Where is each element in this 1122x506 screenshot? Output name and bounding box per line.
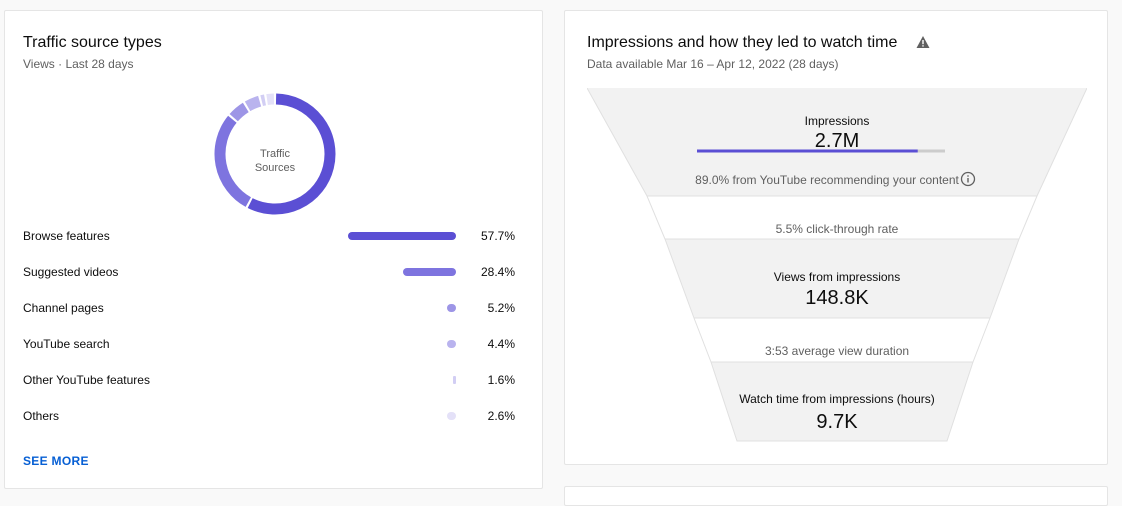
traffic-source-value: 1.6%: [487, 373, 515, 387]
next-card: [564, 486, 1108, 506]
donut-segment[interactable]: [229, 102, 249, 122]
traffic-source-row[interactable]: Browse features 57.7%: [23, 226, 523, 246]
card-title: Traffic source types: [23, 34, 162, 51]
traffic-source-bar: [402, 268, 456, 276]
card-subtitle: Views · Last 28 days: [23, 57, 134, 71]
traffic-source-value: 5.2%: [487, 301, 515, 315]
donut-center-line2: Sources: [255, 162, 296, 174]
traffic-source-value: 28.4%: [480, 265, 515, 279]
impressions-funnel-card: Impressions and how they led to watch ti…: [564, 10, 1108, 465]
traffic-source-label: Other YouTube features: [23, 373, 150, 387]
traffic-source-row[interactable]: YouTube search 4.4%: [23, 334, 523, 354]
ctr-text: 5.5% click-through rate: [775, 222, 899, 236]
views-label: Views from impressions: [773, 270, 901, 284]
traffic-source-row[interactable]: Others 2.6%: [23, 406, 523, 426]
traffic-source-bar: [453, 376, 456, 384]
donut-center-line1: Traffic: [260, 148, 290, 160]
traffic-source-row[interactable]: Other YouTube features 1.6%: [23, 370, 523, 390]
traffic-source-label: Suggested videos: [23, 265, 119, 279]
traffic-source-label: Browse features: [23, 229, 110, 243]
traffic-source-label: Others: [23, 409, 60, 423]
traffic-source-bar: [447, 304, 456, 312]
traffic-source-value: 2.6%: [487, 409, 515, 423]
traffic-source-bar: [447, 340, 456, 348]
watch-time-label: Watch time from impressions (hours): [739, 392, 935, 406]
impressions-label: Impressions: [804, 114, 870, 128]
traffic-source-label: YouTube search: [23, 337, 110, 351]
card-title: Impressions and how they led to watch ti…: [587, 34, 898, 51]
traffic-source-row[interactable]: Channel pages 5.2%: [23, 298, 523, 318]
traffic-source-bar: [447, 412, 456, 420]
watch-time-value: 9.7K: [816, 411, 858, 433]
traffic-source-value: 4.4%: [487, 337, 515, 351]
traffic-donut-chart[interactable]: Traffic Sources: [210, 89, 340, 219]
donut-segment[interactable]: [266, 93, 275, 106]
avd-text: 3:53 average view duration: [764, 344, 910, 358]
traffic-source-bar: [348, 232, 456, 240]
donut-segment[interactable]: [244, 95, 262, 112]
impressions-note: 89.0% from YouTube recommending your con…: [695, 173, 959, 187]
warning-icon[interactable]: [916, 35, 930, 49]
donut-segment[interactable]: [260, 94, 267, 106]
traffic-source-label: Channel pages: [23, 301, 104, 315]
donut-segment[interactable]: [214, 115, 252, 207]
traffic-source-value: 57.7%: [480, 229, 515, 243]
impressions-funnel: Impressions 2.7M 89.0% from YouTube reco…: [587, 88, 1087, 448]
views-value: 148.8K: [805, 287, 869, 309]
see-more-link[interactable]: SEE MORE: [23, 454, 89, 468]
traffic-source-row[interactable]: Suggested videos 28.4%: [23, 262, 523, 282]
impressions-value: 2.7M: [814, 130, 860, 152]
card-subtitle: Data available Mar 16 – Apr 12, 2022 (28…: [587, 57, 839, 71]
traffic-source-card: Traffic source types Views · Last 28 day…: [4, 10, 543, 489]
info-icon[interactable]: [960, 171, 976, 187]
